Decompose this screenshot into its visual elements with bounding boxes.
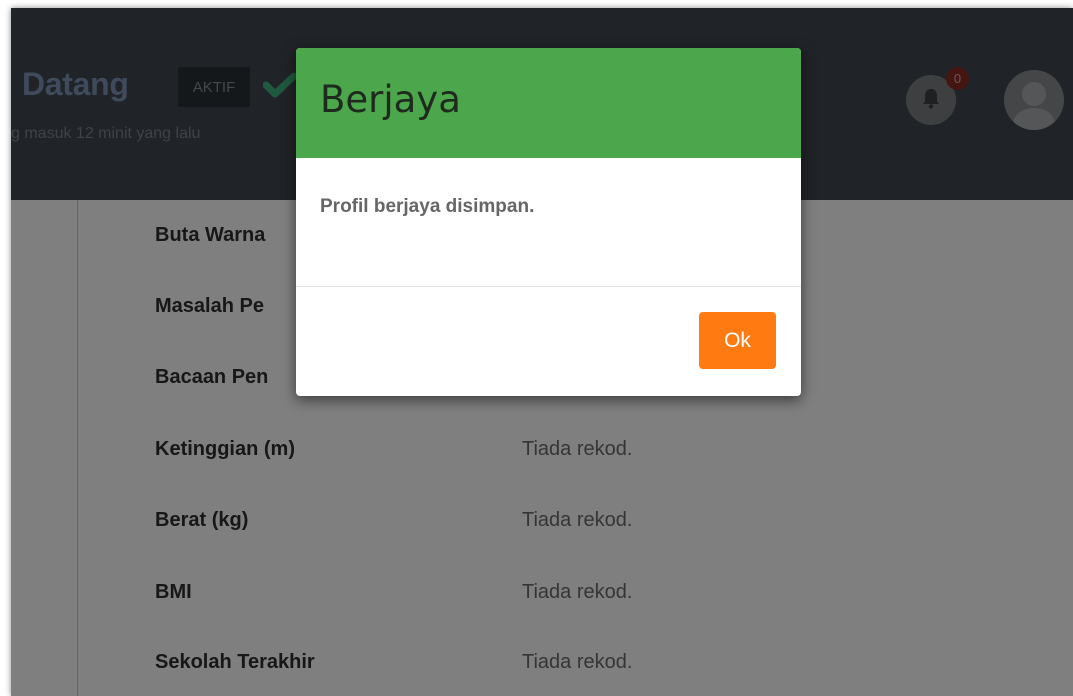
dialog-title: Berjaya (320, 78, 461, 121)
dialog-message: Profil berjaya disimpan. (320, 196, 535, 217)
dialog-header: Berjaya (296, 48, 801, 158)
dialog-footer: Ok (296, 287, 801, 396)
app-window: Datang AKTIF g masuk 12 minit yang lalu … (11, 8, 1073, 696)
dialog-body: Profil berjaya disimpan. (296, 158, 801, 287)
success-dialog: Berjaya Profil berjaya disimpan. Ok (296, 48, 801, 396)
ok-button[interactable]: Ok (699, 312, 776, 369)
